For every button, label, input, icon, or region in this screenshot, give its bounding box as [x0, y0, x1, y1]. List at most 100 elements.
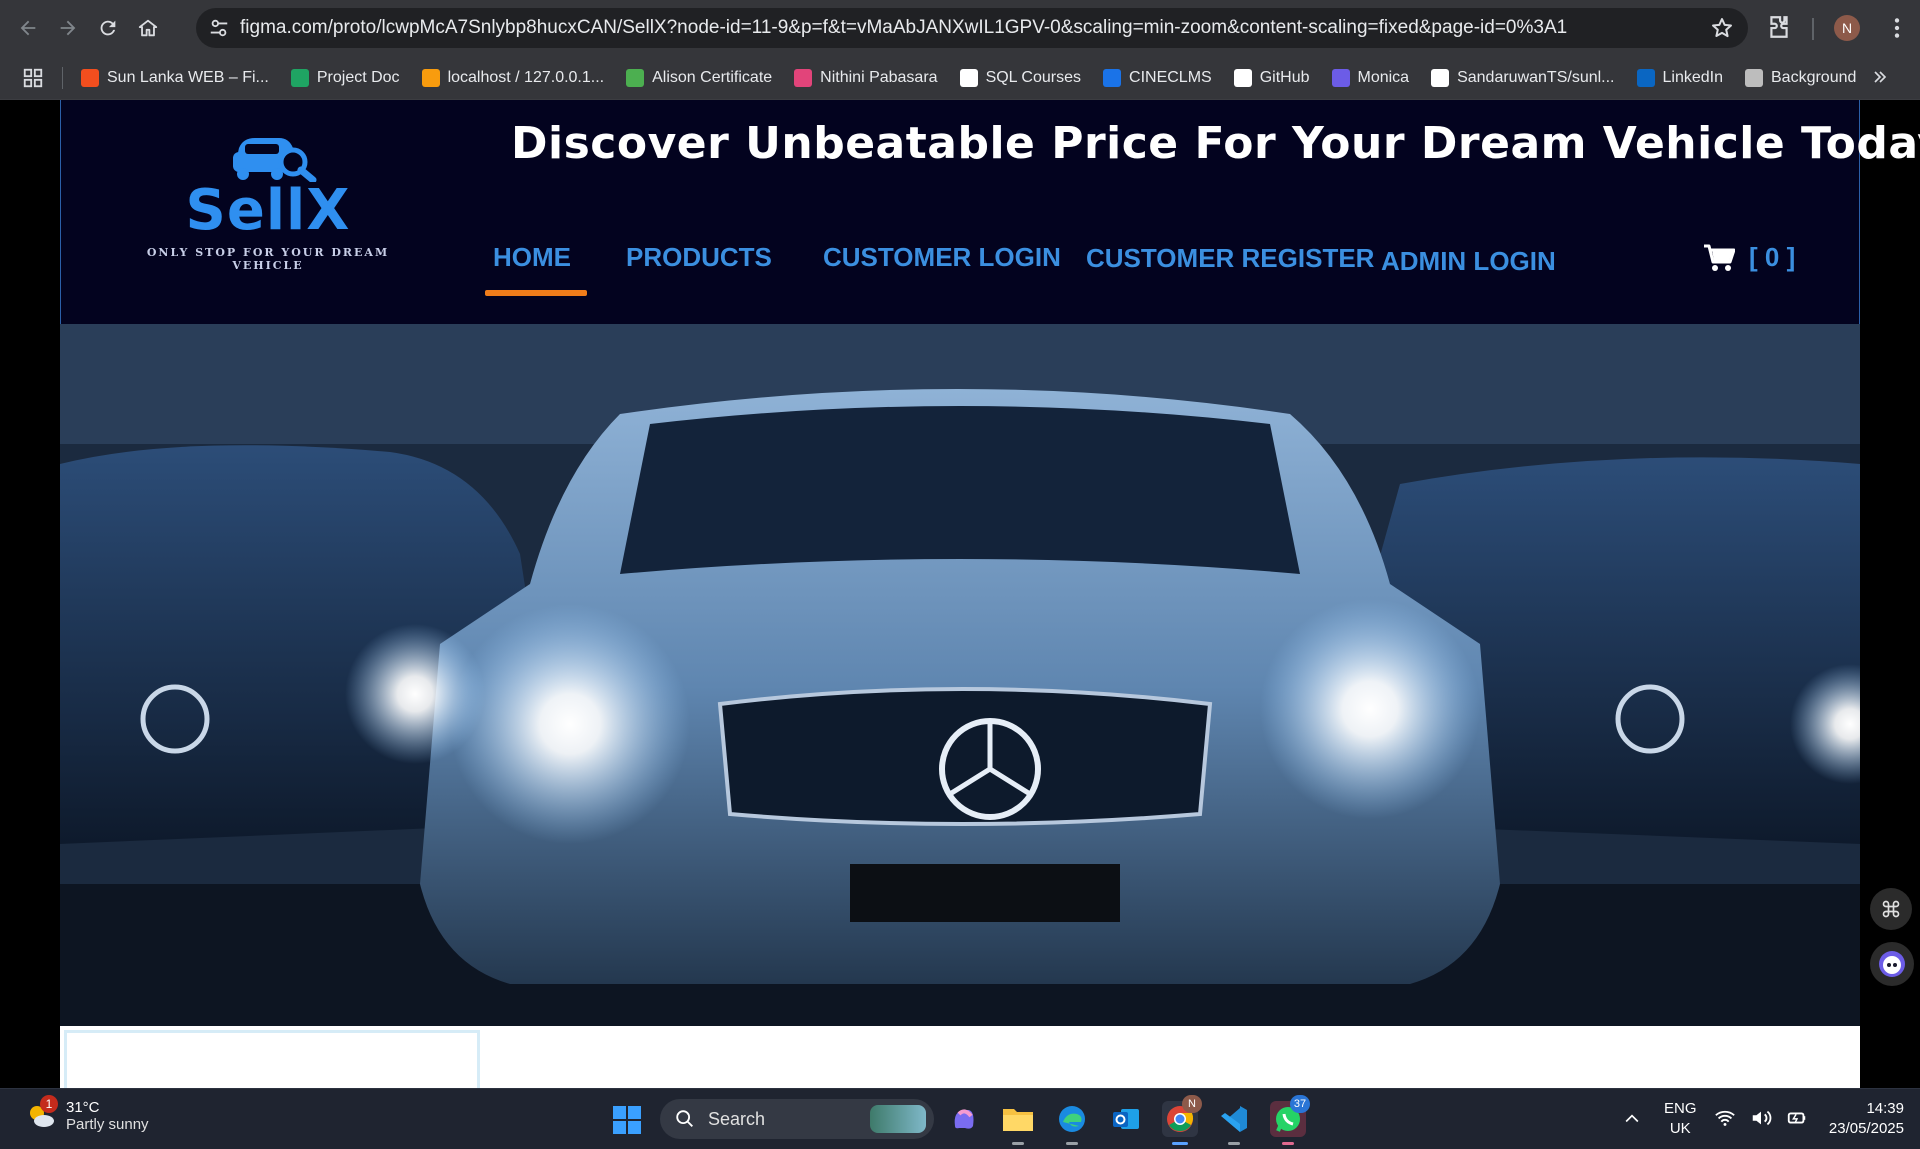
- shopping-cart-icon: [1704, 244, 1735, 271]
- logo-wordmark: SellX: [185, 178, 351, 243]
- battery-icon[interactable]: [1786, 1107, 1808, 1129]
- url-text[interactable]: figma.com/proto/lcwpMcA7Snlybp8hucxCAN/S…: [240, 17, 1680, 39]
- vscode-icon: [1221, 1106, 1247, 1132]
- wifi-icon[interactable]: [1714, 1107, 1736, 1129]
- sellx-logo[interactable]: SellX ONLY STOP FOR YOUR DREAM VEHICLE: [123, 124, 413, 272]
- running-indicator: [1012, 1142, 1024, 1145]
- bookmark-item[interactable]: GitHub: [1233, 68, 1310, 87]
- copilot-app[interactable]: [946, 1101, 982, 1137]
- command-shortcut-button[interactable]: [1870, 888, 1912, 930]
- system-tray[interactable]: [1714, 1107, 1808, 1129]
- weather-description: Partly sunny: [66, 1116, 149, 1133]
- clock-date: 23/05/2025: [1828, 1120, 1904, 1137]
- page-viewport: SellX ONLY STOP FOR YOUR DREAM VEHICLE D…: [0, 100, 1920, 1088]
- address-bar[interactable]: figma.com/proto/lcwpMcA7Snlybp8hucxCAN/S…: [196, 8, 1748, 48]
- hero-headline: Discover Unbeatable Price For Your Dream…: [511, 118, 1920, 169]
- bookmark-label: Background: [1771, 68, 1857, 86]
- home-icon: [138, 19, 158, 37]
- language-region: UK: [1669, 1120, 1691, 1137]
- content-section: [60, 1026, 1860, 1088]
- bookmark-item[interactable]: CINECLMS: [1103, 68, 1212, 87]
- reload-icon: [100, 20, 116, 36]
- weather-alert-badge: 1: [40, 1095, 58, 1113]
- cart-count: [ 0 ]: [1749, 242, 1796, 272]
- folder-icon: [1003, 1109, 1033, 1131]
- bookmark-favicon-icon: [626, 68, 645, 87]
- whatsapp-unread-badge: 37: [1290, 1095, 1310, 1113]
- nav-active-indicator: [485, 290, 587, 296]
- toolbar-divider: [1812, 18, 1814, 40]
- bookmark-item[interactable]: Project Doc: [290, 68, 400, 87]
- nav-customer-register[interactable]: CUSTOMER REGISTER: [1086, 243, 1374, 274]
- volume-icon[interactable]: [1750, 1107, 1772, 1129]
- site-frame: SellX ONLY STOP FOR YOUR DREAM VEHICLE D…: [60, 100, 1920, 1088]
- bookmark-item[interactable]: Alison Certificate: [626, 68, 773, 87]
- bookmark-item[interactable]: LinkedIn: [1636, 68, 1724, 87]
- search-label: Search: [708, 1108, 766, 1129]
- bookmark-favicon-icon: [1103, 68, 1122, 87]
- bookmark-item[interactable]: localhost / 127.0.0.1...: [421, 68, 604, 87]
- product-card[interactable]: [64, 1030, 480, 1088]
- weather-widget[interactable]: 1 31°C Partly sunny: [26, 1095, 149, 1133]
- bookmark-label: GitHub: [1259, 68, 1310, 86]
- bookmark-item[interactable]: SQL Courses: [959, 68, 1081, 87]
- bookmark-label: Alison Certificate: [652, 68, 773, 86]
- chevron-double-right-icon[interactable]: [1870, 67, 1890, 87]
- taskbar-search[interactable]: Search: [660, 1099, 934, 1139]
- nav-admin-login[interactable]: ADMIN LOGIN: [1381, 246, 1556, 277]
- search-highlight-image: [870, 1105, 926, 1133]
- command-icon: [1882, 900, 1900, 918]
- assistant-widget-button[interactable]: [1870, 942, 1914, 986]
- arrow-left-icon: [20, 20, 36, 36]
- bookmark-label: Project Doc: [316, 68, 400, 86]
- bookmark-label: Sun Lanka WEB – Fi...: [107, 68, 269, 86]
- more-vert-icon[interactable]: [1884, 15, 1910, 41]
- system-clock[interactable]: 14:39 23/05/2025: [1814, 1099, 1904, 1139]
- running-indicator: [1066, 1142, 1078, 1145]
- car-search-icon: [233, 138, 317, 182]
- bookmark-item[interactable]: Background: [1745, 68, 1857, 87]
- active-indicator: [1172, 1142, 1188, 1145]
- vscode-app[interactable]: [1216, 1101, 1252, 1145]
- bookmark-item[interactable]: Nithini Pabasara: [794, 68, 938, 87]
- cart-button[interactable]: [ 0 ]: [1703, 242, 1795, 273]
- forward-button[interactable]: [48, 8, 88, 48]
- star-icon[interactable]: [1710, 16, 1734, 40]
- profile-avatar[interactable]: N: [1834, 15, 1860, 41]
- outlook-icon: [1113, 1109, 1139, 1129]
- whatsapp-app[interactable]: 37: [1270, 1095, 1310, 1145]
- bookmark-favicon-icon: [81, 68, 99, 87]
- bookmark-favicon-icon: [290, 68, 309, 87]
- chrome-app[interactable]: N: [1162, 1095, 1202, 1145]
- chevron-up-icon[interactable]: [1622, 1109, 1642, 1129]
- back-button[interactable]: [8, 8, 48, 48]
- bookmark-favicon-icon: [959, 68, 978, 87]
- car-photo-illustration: [60, 324, 1860, 1026]
- weather-temperature: 31°C: [66, 1099, 100, 1116]
- extensions-icon[interactable]: [1766, 14, 1792, 40]
- monica-bot-icon: [1879, 951, 1905, 977]
- running-indicator: [1282, 1142, 1294, 1145]
- partly-sunny-icon: 1: [26, 1095, 58, 1131]
- nav-home[interactable]: HOME: [493, 242, 571, 273]
- home-button[interactable]: [128, 8, 168, 48]
- copilot-icon: [954, 1109, 974, 1129]
- edge-app[interactable]: [1054, 1101, 1090, 1145]
- bookmark-item[interactable]: SandaruwanTS/sunl...: [1431, 68, 1615, 87]
- nav-customer-login[interactable]: CUSTOMER LOGIN: [823, 242, 1061, 273]
- bookmark-favicon-icon: [421, 68, 440, 87]
- reload-button[interactable]: [88, 8, 128, 48]
- outlook-app[interactable]: [1108, 1101, 1144, 1137]
- file-explorer-app[interactable]: [1000, 1101, 1036, 1145]
- search-icon: [676, 1110, 693, 1127]
- apps-grid-icon[interactable]: [22, 67, 44, 89]
- bookmark-label: LinkedIn: [1662, 68, 1724, 86]
- site-info-icon[interactable]: [208, 17, 230, 39]
- bookmarks-divider: [62, 66, 63, 89]
- language-indicator[interactable]: ENG UK: [1664, 1099, 1697, 1139]
- bookmark-item[interactable]: Monica: [1331, 68, 1409, 87]
- bookmark-label: CINECLMS: [1129, 68, 1212, 86]
- bookmark-item[interactable]: Sun Lanka WEB – Fi...: [81, 68, 269, 87]
- nav-products[interactable]: PRODUCTS: [626, 242, 772, 273]
- windows-start-icon[interactable]: [612, 1105, 642, 1135]
